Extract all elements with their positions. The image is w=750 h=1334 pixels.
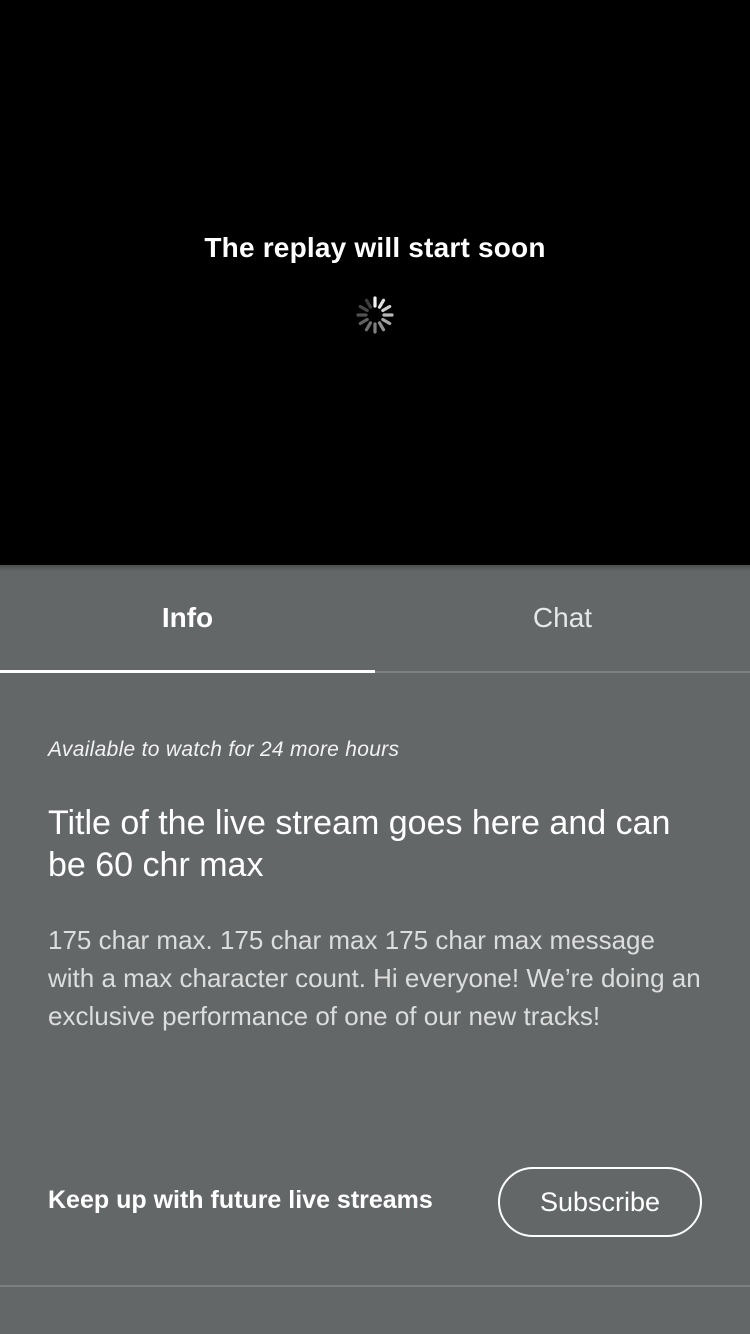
- video-player[interactable]: The replay will start soon: [0, 0, 750, 565]
- subscribe-prompt: Keep up with future live streams: [48, 1186, 433, 1214]
- stream-description: 175 char max. 175 char max 175 char max …: [48, 925, 701, 1031]
- replay-status-message: The replay will start soon: [204, 232, 546, 263]
- stream-title: Title of the live stream goes here and c…: [48, 804, 671, 884]
- tab-selected-indicator: [0, 670, 375, 673]
- subscribe-button[interactable]: Subscribe: [498, 1167, 702, 1237]
- tab-bar: Info Chat: [0, 565, 750, 673]
- tab-chat[interactable]: Chat: [375, 565, 750, 671]
- bottom-divider: [0, 1285, 750, 1287]
- tab-info[interactable]: Info: [0, 565, 375, 671]
- availability-note: Available to watch for 24 more hours: [48, 738, 400, 761]
- loading-spinner-icon: [356, 296, 394, 334]
